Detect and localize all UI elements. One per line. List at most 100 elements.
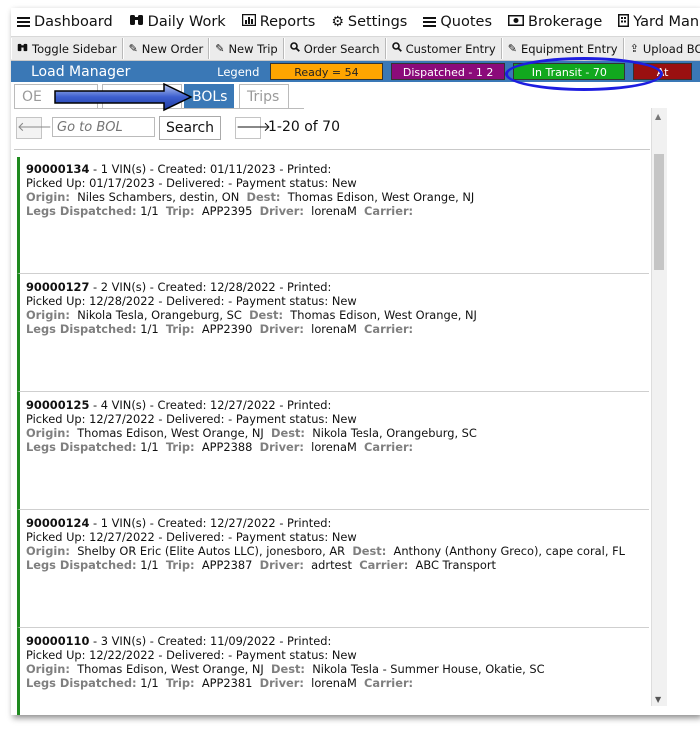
scroll-up-icon[interactable]: ▲ [655,112,661,121]
label: Trip: [165,322,195,336]
menu-label: Brokerage [528,14,603,30]
driver-value: adrtest [311,558,352,572]
bol-line-4: Legs Dispatched: 1/1 Trip: APP2395 Drive… [26,204,649,218]
trip-value: APP2388 [201,440,253,454]
label: VIN(s) - Created: [111,162,207,176]
gear-icon: ⚙ [331,14,344,30]
bol-line-1: 90000125 - 4 VIN(s) - Created: 12/27/202… [26,398,332,412]
label: Trip: [165,440,195,454]
bol-line-4: Legs Dispatched: 1/1 Trip: APP2381 Drive… [26,676,649,690]
menu-label: Quotes [440,14,492,30]
button-label: Toggle Sidebar [32,41,117,56]
dest-value: Thomas Edison, West Orange, NJ [290,308,477,322]
bol-id[interactable]: 90000124 [26,516,89,530]
new-order-button[interactable]: ✎ New Order [122,38,210,59]
tab-trips[interactable]: Trips [239,84,289,108]
legend-ready-badge[interactable]: Ready = 54 [270,63,383,80]
label: VIN(s) - Created: [111,280,207,294]
vin-count: 1 [100,516,109,530]
next-page-button[interactable]: 🡒 [235,117,271,139]
button-label: Customer Entry [405,41,496,56]
origin-value: Niles Schambers, destin, ON [77,190,240,204]
prev-page-button[interactable]: 🡐 [16,117,52,139]
menu-yard-management[interactable]: Yard Management [618,13,700,31]
go-to-bol-input[interactable] [52,117,155,137]
building-icon [618,13,630,31]
vin-count: 1 [100,162,109,176]
bol-line-1: 90000110 - 3 VIN(s) - Created: 11/09/202… [26,634,332,648]
label: VIN(s) - Created: [111,634,207,648]
label: Driver: [259,676,304,690]
menu-settings[interactable]: ⚙ Settings [331,14,407,30]
bol-id[interactable]: 90000127 [26,280,89,294]
order-search-button[interactable]: Order Search [283,38,386,59]
label: Legs Dispatched: [26,322,137,336]
bars-icon [17,16,30,28]
scroll-down-icon[interactable]: ▼ [655,695,661,704]
arrow-right-icon: 🡒 [236,120,271,135]
new-trip-button[interactable]: ✎ New Trip [209,38,284,59]
label: - Payment status: [228,530,329,544]
payment-status: New [331,294,357,308]
label: Dest: [246,190,281,204]
label: Legs Dispatched: [26,440,137,454]
bol-card[interactable]: 90000124 - 1 VIN(s) - Created: 12/27/202… [17,510,649,628]
label: Dest: [249,308,284,322]
vertical-scrollbar[interactable]: ▲ ▼ [651,108,667,706]
search-button[interactable]: Search [159,116,221,140]
bol-id[interactable]: 90000134 [26,162,89,176]
customer-entry-button[interactable]: Customer Entry [385,38,502,59]
label: - Printed: [279,516,332,530]
payment-status: New [331,412,357,426]
menu-dashboard[interactable]: Dashboard [17,14,113,30]
bol-id[interactable]: 90000110 [26,634,89,648]
bol-card[interactable]: 90000125 - 4 VIN(s) - Created: 12/27/202… [17,392,649,510]
picked-up-date: 01/17/2023 [89,176,155,190]
annotation-ellipse [505,57,663,91]
label: Driver: [259,558,304,572]
bol-line-2: Picked Up: 12/27/2022 - Delivered: - Pay… [26,530,649,544]
picked-up-date: 12/22/2022 [89,648,155,662]
bol-line-1: 90000127 - 2 VIN(s) - Created: 12/28/202… [26,280,332,294]
label: Origin: [26,544,70,558]
trip-value: APP2381 [201,676,253,690]
bol-list: 90000134 - 1 VIN(s) - Created: 01/11/202… [17,157,649,715]
equipment-entry-button[interactable]: ✎ Equipment Entry [501,38,624,59]
menu-label: Dashboard [34,14,113,30]
upload-bol-button[interactable]: ⇪ Upload BOL pdf [623,38,700,59]
scroll-thumb[interactable] [654,154,664,270]
edit-icon: ✎ [128,42,138,55]
trip-value: APP2387 [201,558,253,572]
top-menu: Dashboard Daily Work Reports ⚙ Settings … [11,8,700,37]
bol-line-3: Origin: Thomas Edison, West Orange, NJ D… [26,662,649,676]
label: Driver: [259,440,304,454]
upload-icon: ⇪ [629,42,639,55]
bol-line-2: Picked Up: 12/22/2022 - Delivered: - Pay… [26,648,649,662]
label: Legs Dispatched: [26,676,137,690]
menu-reports[interactable]: Reports [241,13,315,30]
bol-card[interactable]: 90000110 - 3 VIN(s) - Created: 11/09/202… [17,628,649,715]
label: Picked Up: [26,412,86,426]
menu-brokerage[interactable]: Brokerage [508,14,602,30]
label: Trip: [165,204,195,218]
bol-card[interactable]: 90000134 - 1 VIN(s) - Created: 01/11/202… [17,157,649,274]
legs-value: 1/1 [140,558,159,572]
bol-line-4: Legs Dispatched: 1/1 Trip: APP2387 Drive… [26,558,649,572]
label: Trip: [165,676,195,690]
toggle-sidebar-button[interactable]: Toggle Sidebar [11,38,123,59]
button-label: Order Search [303,41,380,56]
binoculars-icon [129,14,144,30]
label: - Delivered: [158,412,225,426]
payment-status: New [331,530,357,544]
legend-dispatched-badge[interactable]: Dispatched - 1 2 [390,63,506,80]
menu-quotes[interactable]: Quotes [423,14,492,30]
vin-count: 2 [100,280,109,294]
created-date: 11/09/2022 [210,634,276,648]
money-icon [508,14,524,30]
bol-card[interactable]: 90000127 - 2 VIN(s) - Created: 12/28/202… [17,274,649,392]
bol-id[interactable]: 90000125 [26,398,89,412]
label: - Delivered: [158,294,225,308]
bol-line-3: Origin: Shelby OR Eric (Elite Autos LLC)… [26,544,649,558]
edit-icon: ✎ [215,42,225,55]
menu-daily-work[interactable]: Daily Work [129,14,226,30]
